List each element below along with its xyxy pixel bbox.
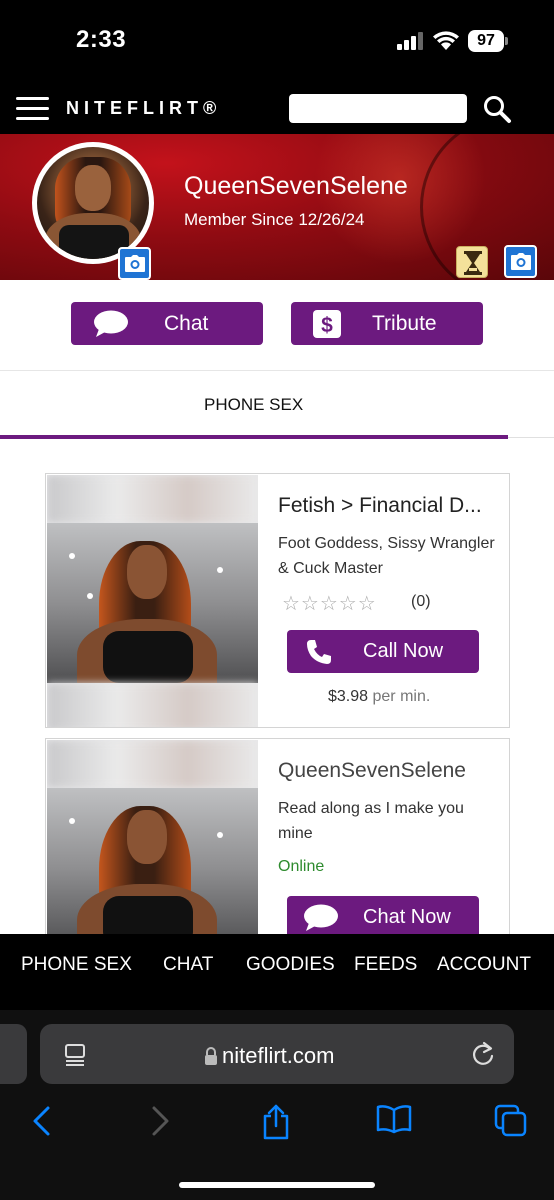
- star-rating: ☆☆☆☆☆: [282, 593, 377, 615]
- listing-description: Foot Goddess, Sissy Wrangler & Cuck Mast…: [278, 535, 495, 577]
- previous-tab-preview[interactable]: [0, 1024, 27, 1084]
- tabs-icon[interactable]: [494, 1104, 528, 1138]
- bookmarks-icon[interactable]: [376, 1104, 412, 1134]
- wifi-icon: [433, 31, 459, 50]
- listing-card[interactable]: Fetish > Financial D... Foot Goddess, Si…: [45, 473, 510, 728]
- battery-icon: 97: [468, 30, 508, 52]
- status-bar: 2:33 97: [0, 0, 554, 82]
- chat-bubble-icon: [304, 904, 338, 931]
- browser-chrome: niteflirt.com: [0, 1010, 554, 1200]
- camera-icon: [511, 253, 531, 270]
- phone-icon: [307, 640, 331, 664]
- listing-photo[interactable]: [47, 475, 258, 727]
- banner-camera-button[interactable]: [504, 245, 537, 278]
- online-status: Online: [278, 858, 325, 875]
- hourglass-button[interactable]: [456, 246, 488, 278]
- forward-icon[interactable]: [148, 1104, 174, 1138]
- price-unit: per min.: [372, 688, 431, 705]
- chat-button-label: Chat: [164, 312, 209, 335]
- tab-bar: PHONE SEX: [0, 370, 554, 439]
- menu-icon[interactable]: [16, 97, 49, 121]
- price-per-minute: $3.98 per min.: [328, 688, 430, 706]
- chat-button[interactable]: Chat: [71, 302, 263, 345]
- rating-count: (0): [411, 593, 431, 610]
- reload-icon[interactable]: [470, 1041, 496, 1067]
- share-icon[interactable]: [261, 1104, 291, 1140]
- listing-description: Read along as I make you mine: [278, 800, 464, 842]
- listing-photo[interactable]: [47, 740, 258, 957]
- member-since: Member Since 12/26/24: [184, 210, 365, 229]
- reader-icon[interactable]: [64, 1043, 86, 1067]
- active-tab-indicator: [0, 435, 508, 439]
- chat-bubble-icon: [94, 310, 128, 337]
- avatar[interactable]: [37, 147, 149, 259]
- tribute-button-label: Tribute: [372, 312, 437, 335]
- search-input[interactable]: [289, 94, 467, 123]
- profile-name: QueenSevenSelene: [184, 172, 408, 200]
- listing-title[interactable]: Fetish > Financial D...: [278, 494, 482, 518]
- avatar-camera-button[interactable]: [118, 247, 151, 280]
- svg-text:$: $: [321, 314, 333, 337]
- listing-title[interactable]: QueenSevenSelene: [278, 759, 466, 783]
- dollar-icon: $: [313, 310, 341, 338]
- bottom-nav: PHONE SEX CHAT GOODIES FEEDS ACCOUNT: [0, 934, 554, 1010]
- tab-phone-sex[interactable]: PHONE SEX: [204, 395, 303, 415]
- chat-now-label: Chat Now: [363, 906, 451, 928]
- hourglass-icon: [464, 251, 482, 275]
- site-header: NITEFLIRT®: [0, 82, 554, 134]
- nav-phone-sex[interactable]: PHONE SEX: [21, 954, 132, 976]
- home-indicator: [179, 1182, 375, 1188]
- nav-account[interactable]: ACCOUNT: [437, 954, 531, 976]
- listing-card[interactable]: QueenSevenSelene Read along as I make yo…: [45, 738, 510, 958]
- tribute-button[interactable]: $ Tribute: [291, 302, 483, 345]
- battery-level: 97: [468, 30, 504, 52]
- signal-icon: [397, 32, 423, 50]
- phone-screen: 2:33 97 NITEFLIRT® QueenSevenSelene Memb…: [0, 0, 554, 1200]
- call-now-button[interactable]: Call Now: [287, 630, 479, 673]
- nav-goodies[interactable]: GOODIES: [246, 954, 335, 976]
- search-icon[interactable]: [482, 94, 512, 124]
- camera-icon: [125, 255, 145, 272]
- status-time: 2:33: [76, 26, 127, 53]
- url-text[interactable]: niteflirt.com: [222, 1043, 334, 1069]
- site-logo[interactable]: NITEFLIRT®: [66, 98, 221, 119]
- call-now-label: Call Now: [363, 640, 444, 662]
- price-value: $3.98: [328, 688, 369, 705]
- back-icon[interactable]: [28, 1104, 54, 1138]
- lock-icon: [205, 1047, 217, 1065]
- nav-feeds[interactable]: FEEDS: [354, 954, 417, 976]
- nav-chat[interactable]: CHAT: [163, 954, 213, 976]
- chat-now-button[interactable]: Chat Now: [287, 896, 479, 939]
